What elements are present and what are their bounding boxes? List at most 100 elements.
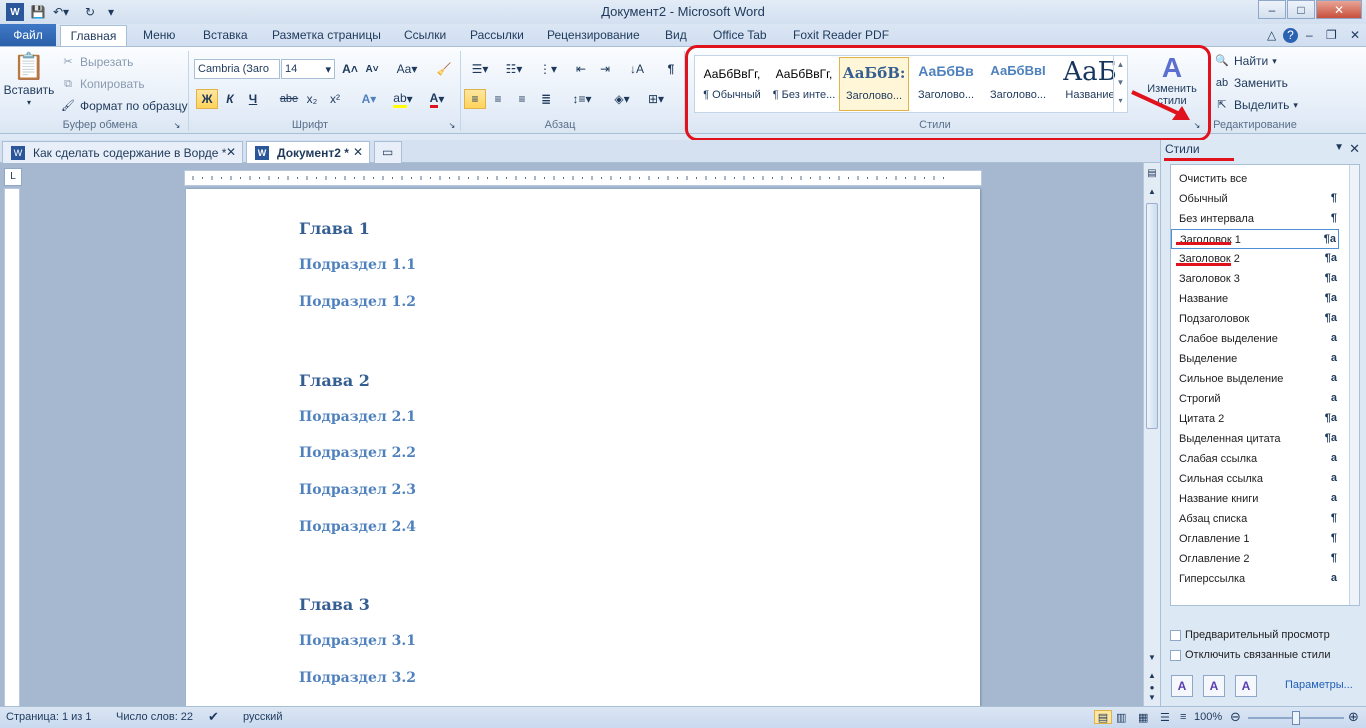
heading-1[interactable]: Глава 1: [299, 219, 370, 238]
minimize-ribbon-icon[interactable]: △: [1267, 28, 1276, 42]
style-list-item[interactable]: Заголовок 1 ¶a: [1171, 229, 1339, 249]
justify-icon[interactable]: ≣: [535, 89, 557, 109]
preview-checkbox[interactable]: Предварительный просмотр: [1170, 629, 1330, 641]
close-button[interactable]: ✕: [1316, 0, 1362, 19]
style-list-item[interactable]: Оглавление 2 ¶: [1171, 549, 1339, 569]
style-list-item[interactable]: Заголовок 3 ¶a: [1171, 269, 1339, 289]
font-color-icon[interactable]: A ▾: [422, 89, 452, 109]
style-list-item[interactable]: Слабое выделение a: [1171, 329, 1339, 349]
select-button[interactable]: ⇱ Выделить ▾: [1214, 97, 1298, 113]
clipboard-launcher-icon[interactable]: ↘: [171, 119, 183, 131]
word-count[interactable]: Число слов: 22: [116, 711, 193, 723]
shrink-font-button[interactable]: A ˅: [361, 59, 383, 79]
multilevel-list-icon[interactable]: ⋮▾: [534, 59, 562, 79]
align-right-icon[interactable]: ≡: [511, 89, 533, 109]
ruler-toggle-icon[interactable]: ▤: [1145, 168, 1159, 184]
strikethrough-button[interactable]: abe: [278, 89, 300, 109]
style-list-item[interactable]: Очистить все: [1171, 169, 1339, 189]
highlight-color-icon[interactable]: ab ▾: [388, 89, 418, 109]
superscript-button[interactable]: x²: [324, 89, 346, 109]
clear-formatting-icon[interactable]: 🧹: [433, 59, 455, 79]
prev-page-icon[interactable]: ▲: [1145, 671, 1159, 683]
heading-1[interactable]: Глава 3: [299, 595, 370, 614]
zoom-in-icon[interactable]: ⊕: [1348, 709, 1359, 725]
manage-styles-icon[interactable]: A: [1235, 675, 1257, 697]
close-tab-icon[interactable]: ✕: [226, 145, 236, 159]
doc-restore-icon[interactable]: ❐: [1326, 28, 1337, 42]
heading-2[interactable]: Подраздел 2.3: [299, 482, 416, 498]
pane-close-icon[interactable]: ✕: [1349, 141, 1360, 157]
borders-icon[interactable]: ⊞▾: [642, 89, 670, 109]
help-icon[interactable]: ?: [1283, 28, 1298, 43]
align-left-icon[interactable]: ≡: [464, 89, 486, 109]
line-spacing-icon[interactable]: ↕≡▾: [568, 89, 596, 109]
zoom-out-icon[interactable]: ⊖: [1230, 709, 1241, 725]
style-list-item[interactable]: Заголовок 2 ¶a: [1171, 249, 1339, 269]
doc-tab-active[interactable]: W Документ2 * ✕: [246, 141, 370, 163]
full-screen-icon[interactable]: ▥: [1116, 711, 1126, 724]
new-style-icon[interactable]: A: [1171, 675, 1193, 697]
styles-list-scrollbar[interactable]: [1349, 165, 1359, 605]
close-tab-icon[interactable]: ✕: [353, 145, 363, 159]
print-layout-icon[interactable]: ▤: [1094, 710, 1112, 724]
tab-home[interactable]: Главная: [60, 25, 127, 48]
page-count[interactable]: Страница: 1 из 1: [6, 711, 92, 723]
zoom-level[interactable]: 100%: [1194, 711, 1222, 723]
style-list-item[interactable]: Абзац списка ¶: [1171, 509, 1339, 529]
language[interactable]: русский: [243, 711, 282, 723]
maximize-button[interactable]: □: [1287, 0, 1315, 19]
style-list-item[interactable]: Сильная ссылка a: [1171, 469, 1339, 489]
font-launcher-icon[interactable]: ↘: [446, 119, 458, 131]
vertical-ruler[interactable]: [4, 188, 20, 708]
heading-2[interactable]: Подраздел 2.1: [299, 409, 416, 425]
decrease-indent-icon[interactable]: ⇤: [570, 59, 592, 79]
heading-2[interactable]: Подраздел 3.2: [299, 670, 416, 686]
tab-page-layout[interactable]: Разметка страницы: [272, 28, 381, 42]
tab-selector-icon[interactable]: L: [4, 168, 22, 186]
next-page-icon[interactable]: ▼: [1145, 693, 1159, 705]
heading-1[interactable]: Глава 2: [299, 371, 370, 390]
style-list-item[interactable]: Название ¶a: [1171, 289, 1339, 309]
style-list-item[interactable]: Гиперссылка a: [1171, 569, 1339, 589]
heading-2[interactable]: Подраздел 1.2: [299, 294, 416, 310]
draft-icon[interactable]: ≡: [1180, 711, 1186, 723]
show-marks-icon[interactable]: ¶: [660, 59, 682, 79]
find-button[interactable]: 🔍 Найти ▾: [1214, 53, 1277, 69]
style-list-item[interactable]: Обычный ¶: [1171, 189, 1339, 209]
underline-button[interactable]: Ч: [242, 89, 264, 109]
style-list-item[interactable]: Без интервала ¶: [1171, 209, 1339, 229]
scroll-down-icon[interactable]: ▼: [1145, 653, 1159, 667]
style-list-item[interactable]: Слабая ссылка a: [1171, 449, 1339, 469]
bold-button[interactable]: Ж: [196, 89, 218, 109]
web-layout-icon[interactable]: ▦: [1138, 711, 1148, 724]
replace-button[interactable]: ab Заменить: [1214, 75, 1288, 91]
doc-close-icon[interactable]: ✕: [1350, 28, 1360, 42]
disable-linked-checkbox[interactable]: Отключить связанные стили: [1170, 649, 1330, 661]
align-center-icon[interactable]: ≡: [487, 89, 509, 109]
style-list-item[interactable]: Название книги a: [1171, 489, 1339, 509]
bullets-icon[interactable]: ☰▾: [466, 59, 494, 79]
scroll-thumb[interactable]: [1146, 203, 1158, 429]
scroll-up-icon[interactable]: ▲: [1145, 187, 1159, 201]
style-list-item[interactable]: Подзаголовок ¶a: [1171, 309, 1339, 329]
grow-font-button[interactable]: A ˄: [339, 59, 361, 79]
tab-view[interactable]: Вид: [665, 28, 687, 42]
tab-insert[interactable]: Вставка: [203, 28, 248, 42]
increase-indent-icon[interactable]: ⇥: [594, 59, 616, 79]
style-list-item[interactable]: Цитата 2 ¶a: [1171, 409, 1339, 429]
tab-office-tab[interactable]: Office Tab: [713, 28, 767, 42]
heading-2[interactable]: Подраздел 2.4: [299, 519, 416, 535]
style-list-item[interactable]: Сильное выделение a: [1171, 369, 1339, 389]
tab-menu[interactable]: Меню: [143, 28, 175, 42]
tab-file[interactable]: Файл: [0, 24, 56, 47]
italic-button[interactable]: К: [219, 89, 241, 109]
style-list-item[interactable]: Строгий a: [1171, 389, 1339, 409]
new-tab-icon[interactable]: ▭: [374, 141, 402, 163]
font-size-combo[interactable]: 14 ▾: [281, 59, 335, 79]
format-painter-button[interactable]: 🖌 Формат по образцу: [60, 98, 188, 114]
proofing-icon[interactable]: ✔: [208, 709, 219, 725]
style-list-item[interactable]: Оглавление 1 ¶: [1171, 529, 1339, 549]
browse-object-icon[interactable]: ●: [1145, 683, 1159, 693]
vertical-scrollbar[interactable]: ▤ ▲ ▼ ▲ ● ▼: [1143, 163, 1160, 706]
text-effects-icon[interactable]: A▾: [358, 89, 380, 109]
